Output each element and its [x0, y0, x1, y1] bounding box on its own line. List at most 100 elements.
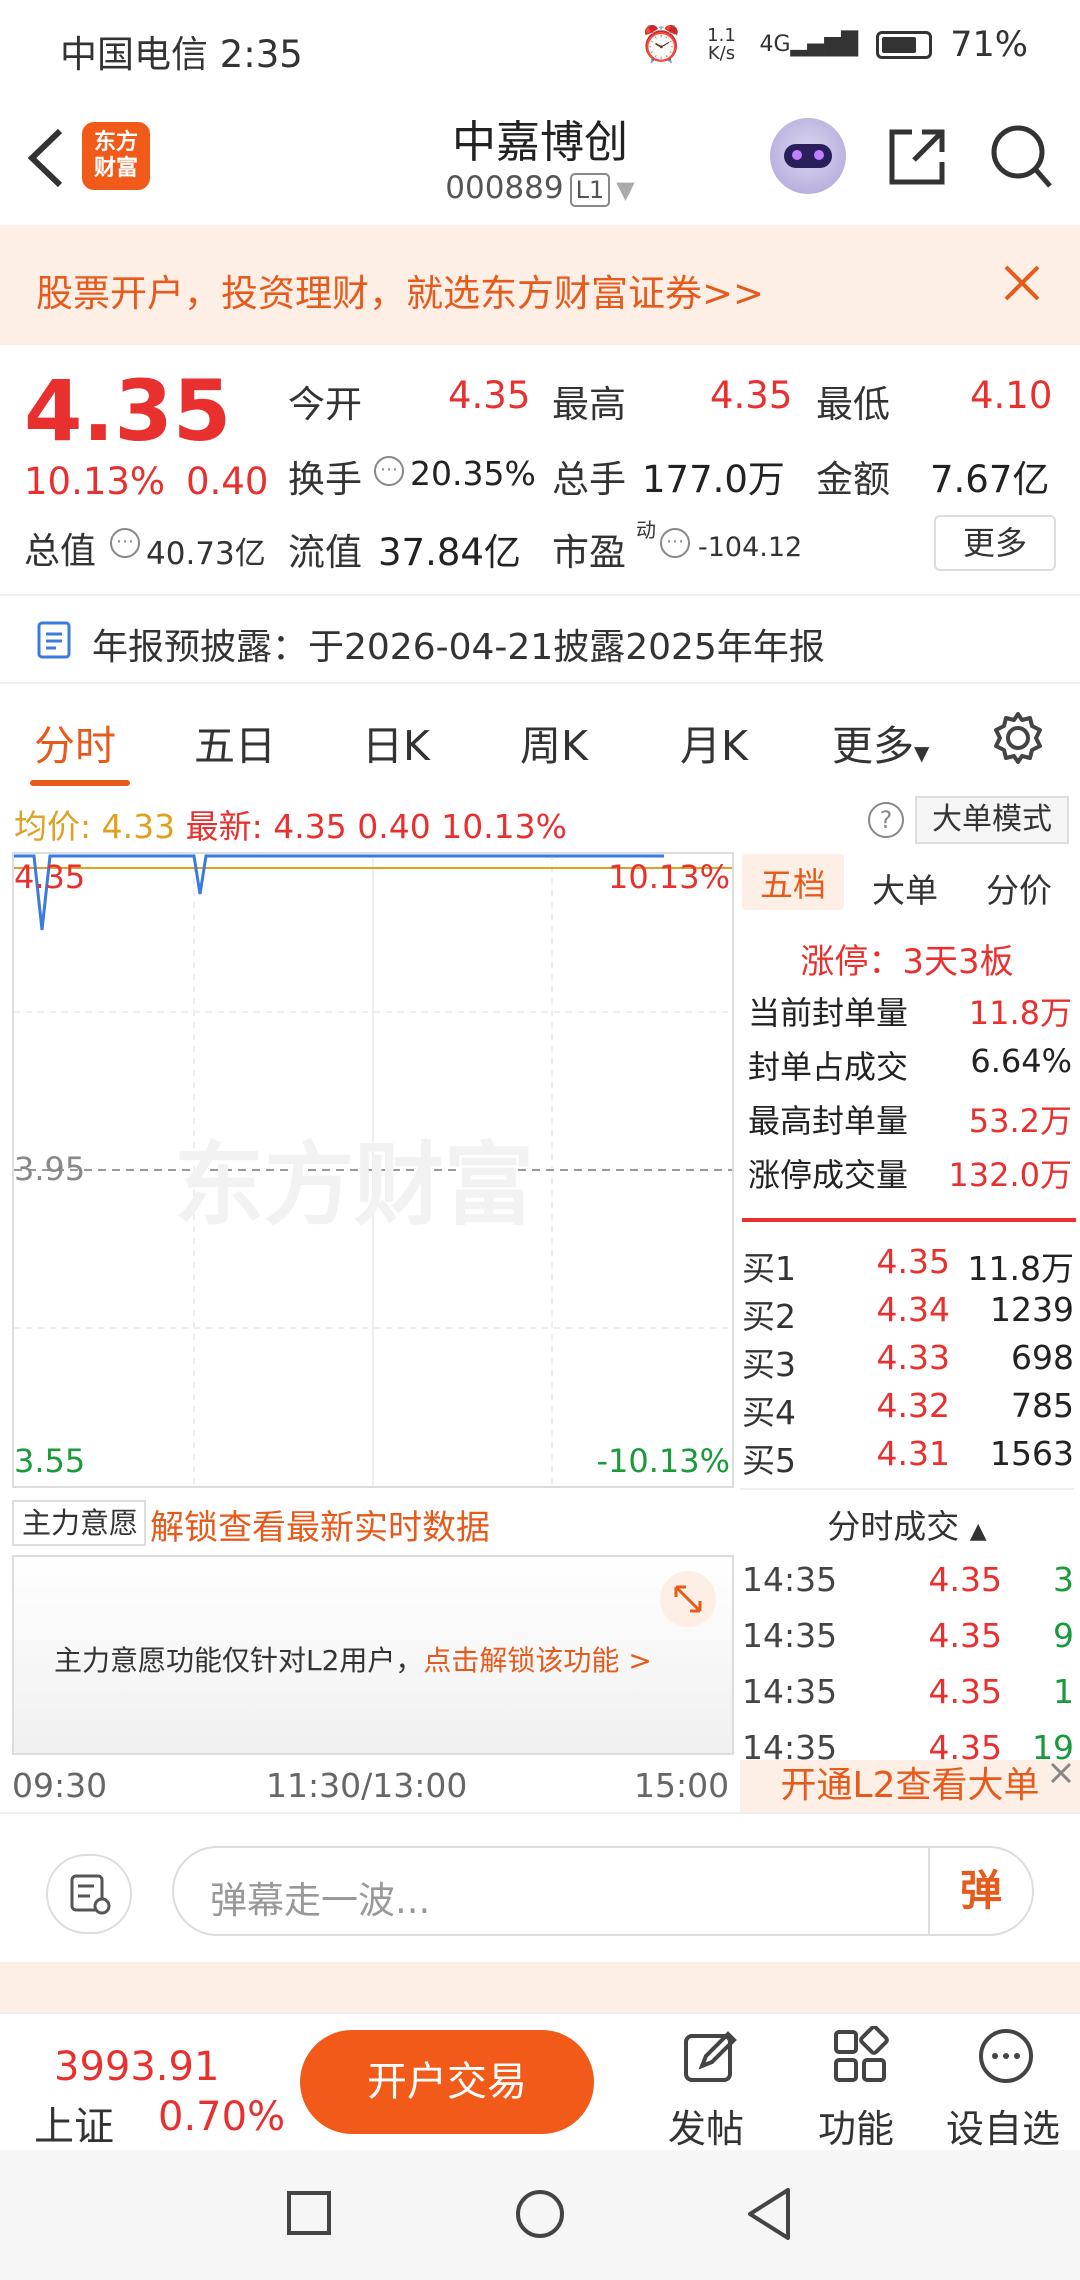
search-icon[interactable]	[988, 122, 1054, 192]
robot-avatar-icon[interactable]	[770, 118, 846, 194]
orderbook-row[interactable]: 买3 4.33 698	[742, 1338, 1074, 1386]
time-axis-start: 09:30	[12, 1766, 108, 1805]
unlock-link[interactable]: 解锁查看最新实时数据	[150, 1500, 490, 1549]
current-price: 4.35	[24, 362, 232, 460]
change-amount: 0.40	[186, 460, 269, 503]
add-watchlist-label[interactable]: 设自选	[946, 2098, 1060, 2153]
danmu-placeholder: 弹幕走一波...	[210, 1879, 431, 1922]
tab-weekly-k[interactable]: 周K	[520, 712, 588, 772]
price-summary-line: 均价: 4.33 最新: 4.35 0.40 10.13%	[14, 807, 568, 846]
orderbook-row[interactable]: 买1 4.35 11.8万	[742, 1242, 1074, 1290]
share-icon[interactable]	[886, 126, 948, 188]
low-value: 4.10	[970, 374, 1053, 417]
unlock-feature-link[interactable]: 点击解锁该功能 >	[423, 1644, 651, 1677]
apps-icon[interactable]	[830, 2026, 890, 2086]
help-icon[interactable]: ?	[868, 802, 904, 838]
open-account-trade-button[interactable]: 开户交易	[300, 2030, 594, 2134]
info-icon[interactable]: ⋯	[110, 528, 140, 558]
tab-intraday[interactable]: 分时	[34, 712, 116, 772]
time-axis-end: 15:00	[634, 1766, 730, 1805]
recent-apps-icon[interactable]	[286, 2190, 332, 2236]
battery-level: 71%	[950, 24, 1028, 65]
volume-value: 177.0万	[642, 458, 785, 501]
trade-row: 14:35 4.35 9	[742, 1616, 1074, 1655]
back-nav-icon[interactable]	[744, 2186, 794, 2242]
more-button[interactable]: 更多	[934, 515, 1056, 571]
chart-tabs: 分时 五日 日K 周K 月K 更多▼	[0, 688, 1080, 788]
edit-icon[interactable]	[680, 2026, 740, 2086]
open-value: 4.35	[448, 374, 531, 417]
high-label: 最高	[552, 383, 626, 426]
post-label[interactable]: 发帖	[668, 2098, 744, 2153]
mktcap-value: 40.73亿	[146, 536, 266, 572]
pe-label: 市盈	[552, 531, 626, 574]
trades-title[interactable]: 分时成交 ▲	[740, 1500, 1074, 1548]
float-value: 37.84亿	[378, 531, 521, 574]
trade-row: 14:35 4.35 1	[742, 1672, 1074, 1711]
orderbook-row[interactable]: 买4 4.32 785	[742, 1386, 1074, 1434]
system-nav-bar	[0, 2150, 1080, 2280]
alarm-icon: ⏰	[639, 25, 684, 65]
pe-value: -104.12	[698, 532, 803, 563]
gear-icon[interactable]	[990, 710, 1046, 766]
trade-row: 14:35 4.35 3	[742, 1560, 1074, 1599]
stat-row: 最高封单量 53.2万	[748, 1102, 1072, 1140]
tab-five-day[interactable]: 五日	[194, 712, 276, 772]
tab-monthly-k[interactable]: 月K	[680, 712, 748, 772]
turnover-value: 20.35%	[410, 454, 536, 493]
orderbook-row[interactable]: 买2 4.34 1239	[742, 1290, 1074, 1338]
index-pct[interactable]: 0.70%	[158, 2094, 285, 2140]
promo-text[interactable]: 股票开户，投资理财，就选东方财富证券>>	[36, 263, 764, 317]
danmu-send-button[interactable]: 弹	[928, 1848, 1032, 1934]
stat-row: 涨停成交量 132.0万	[748, 1156, 1072, 1194]
mktcap-label: 总值	[24, 531, 97, 572]
danmu-settings-icon[interactable]	[46, 1854, 132, 1934]
bottom-toolbar: 3993.91 上证 0.70% 开户交易 发帖 功能 设自选	[0, 2012, 1080, 2153]
l2-upgrade-banner[interactable]: 开通L2查看大单	[740, 1760, 1080, 1812]
watermark: 东方财富	[174, 1133, 534, 1238]
function-label[interactable]: 功能	[818, 2098, 894, 2153]
intraday-chart[interactable]: 东方财富 4.35 10.13% 3.95 3.55 -10.13%	[12, 852, 734, 1488]
stat-row: 当前封单量 11.8万	[748, 994, 1072, 1032]
l2-message: 主力意愿功能仅针对L2用户，点击解锁该功能 >	[54, 1644, 652, 1677]
tab-more[interactable]: 更多▼	[832, 712, 929, 772]
close-icon[interactable]	[1048, 1760, 1074, 1786]
amount-label: 金额	[816, 458, 890, 501]
more-circle-icon[interactable]	[976, 2026, 1036, 2086]
chart-top-pct: 10.13%	[607, 858, 730, 896]
indicator-select[interactable]: 主力意愿▼	[12, 1500, 146, 1580]
chart-top-price: 4.35	[14, 858, 86, 896]
home-icon[interactable]	[514, 2188, 566, 2240]
stat-row: 封单占成交 6.64%	[748, 1042, 1072, 1086]
orderbook-row[interactable]: 买5 4.31 1563	[742, 1434, 1074, 1482]
order-panel: 五档 大单 分价 涨停：3天3板 当前封单量 11.8万 封单占成交 6.64% 最…	[740, 852, 1080, 1812]
battery-icon	[876, 30, 933, 59]
tab-level5[interactable]: 五档	[742, 854, 844, 910]
tab-price-dist[interactable]: 分价	[986, 864, 1052, 912]
tab-daily-k[interactable]: 日K	[362, 712, 430, 772]
annual-report-notice[interactable]: 年报预披露：于2026-04-21披露2025年年报	[0, 594, 1080, 684]
info-icon[interactable]: ⋯	[374, 456, 404, 486]
danmu-input[interactable]: 弹幕走一波... 弹	[172, 1846, 1034, 1936]
info-icon[interactable]: ⋯	[660, 528, 690, 558]
status-icons: ⏰ 1.1 K/s 4G▂▄▆█ 71%	[639, 24, 1028, 66]
float-label: 流值	[288, 531, 362, 574]
big-order-mode-button[interactable]: 大单模式	[915, 796, 1069, 844]
close-icon[interactable]	[1000, 261, 1044, 305]
expand-icon[interactable]	[660, 1571, 716, 1627]
change-pct: 10.13%	[24, 460, 166, 503]
bottom-promo-strip	[0, 1962, 1080, 2012]
signal-icon: 4G▂▄▆█	[759, 32, 859, 57]
tab-big-order[interactable]: 大单	[872, 864, 938, 912]
divider	[742, 1218, 1076, 1222]
index-value[interactable]: 3993.91	[54, 2044, 219, 2090]
promo-banner[interactable]: 股票开户，投资理财，就选东方财富证券>>	[0, 225, 1080, 345]
high-value: 4.35	[710, 374, 793, 417]
index-name[interactable]: 上证	[34, 2094, 114, 2152]
limit-up-info: 涨停：3天3板	[800, 942, 1014, 982]
notice-text: 年报预披露：于2026-04-21披露2025年年报	[92, 627, 825, 668]
indicator-panel: 主力意愿功能仅针对L2用户，点击解锁该功能 >	[12, 1555, 734, 1755]
level-badge: L1	[569, 173, 611, 207]
carrier-time: 中国电信 2:35	[60, 33, 303, 76]
volume-label: 总手	[552, 458, 626, 501]
